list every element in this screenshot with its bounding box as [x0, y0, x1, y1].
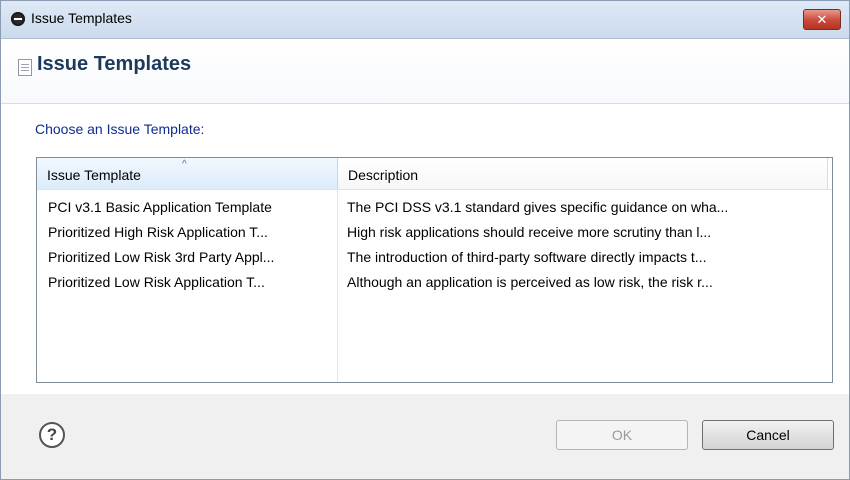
- window-title: Issue Templates: [31, 10, 132, 26]
- cancel-button[interactable]: Cancel: [702, 420, 834, 450]
- cell-template-name: Prioritized High Risk Application T...: [48, 224, 268, 240]
- header-title: Issue Templates: [37, 53, 192, 75]
- issue-templates-dialog: Issue Templates ✕ Issue Templates Choose…: [0, 0, 850, 480]
- cell-template-name: PCI v3.1 Basic Application Template: [48, 199, 272, 215]
- cell-description: High risk applications should receive mo…: [347, 224, 712, 240]
- cell-template-name: Prioritized Low Risk Application T...: [48, 274, 265, 290]
- table-row[interactable]: Prioritized Low Risk 3rd Party Appl... T…: [37, 245, 832, 270]
- close-button[interactable]: ✕: [803, 9, 841, 30]
- cell-description: The PCI DSS v3.1 standard gives specific…: [347, 199, 729, 215]
- sort-ascending-icon: ^: [182, 159, 187, 170]
- document-icon: [18, 59, 32, 76]
- ok-button[interactable]: OK: [556, 420, 688, 450]
- column-header-label: Description: [348, 167, 419, 183]
- table-row[interactable]: Prioritized Low Risk Application T... Al…: [37, 270, 832, 295]
- table-header: Issue Template ^ Description: [37, 158, 832, 190]
- cell-template-name: Prioritized Low Risk 3rd Party Appl...: [48, 249, 275, 265]
- dialog-footer: ? OK Cancel: [1, 394, 849, 479]
- dialog-body: Choose an Issue Template: Issue Template…: [1, 104, 849, 394]
- table-body: PCI v3.1 Basic Application Template The …: [37, 195, 832, 295]
- column-header-description[interactable]: Description: [338, 158, 828, 189]
- choose-template-label: Choose an Issue Template:: [35, 121, 205, 137]
- title-bar[interactable]: Issue Templates ✕: [1, 1, 849, 39]
- app-icon: [11, 12, 25, 26]
- cell-description: Although an application is perceived as …: [347, 274, 713, 290]
- cell-description: The introduction of third-party software…: [347, 249, 707, 265]
- help-icon[interactable]: ?: [39, 422, 65, 448]
- column-header-label: Issue Template: [47, 167, 141, 183]
- template-table: Issue Template ^ Description PCI v3.1 Ba…: [36, 157, 833, 383]
- column-header-issue-template[interactable]: Issue Template ^: [37, 158, 338, 189]
- table-row[interactable]: PCI v3.1 Basic Application Template The …: [37, 195, 832, 220]
- table-row[interactable]: Prioritized High Risk Application T... H…: [37, 220, 832, 245]
- dialog-header: Issue Templates: [1, 39, 849, 104]
